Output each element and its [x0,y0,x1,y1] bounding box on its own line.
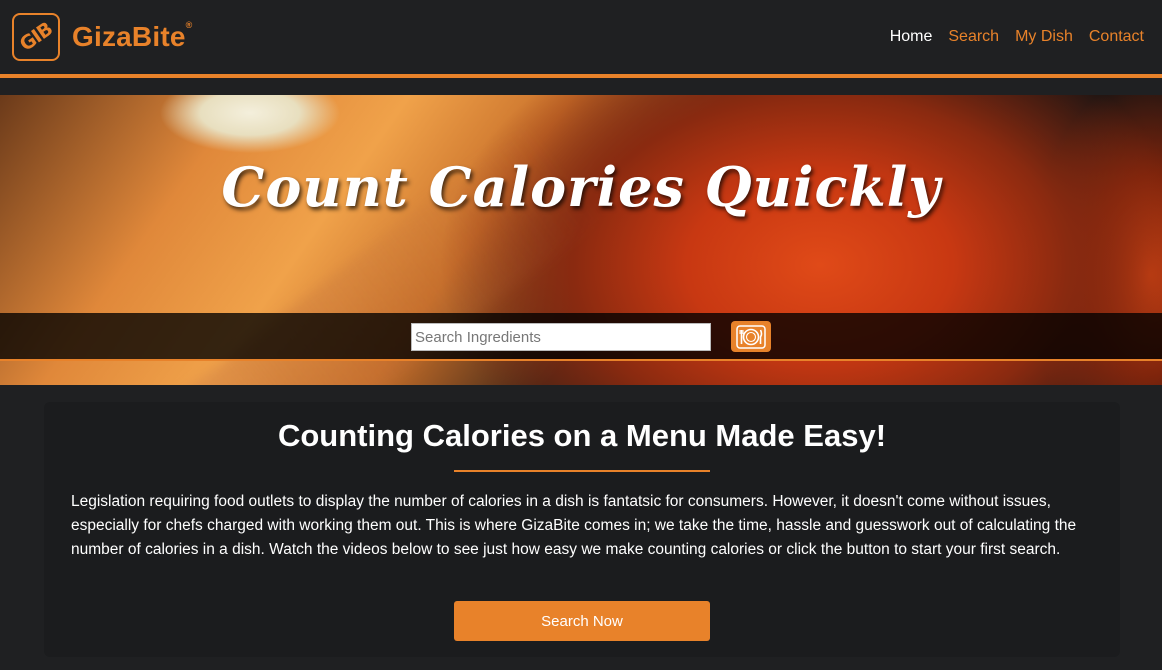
navbar: GIB GizaBite® Home Search My Dish Contac… [0,0,1162,74]
hero-title: Count Calories Quickly [221,155,941,219]
hero-banner: Count Calories Quickly [0,95,1162,385]
intro-card: Counting Calories on a Menu Made Easy! L… [44,402,1120,657]
nav-menu: Home Search My Dish Contact [890,28,1144,46]
brand-name[interactable]: GizaBite® [72,19,193,53]
ingredient-search-input[interactable] [411,323,711,351]
navbar-spacer [0,78,1162,95]
plate-fork-knife-icon [736,324,766,349]
brand-name-text: GizaBite [72,21,186,52]
intro-paragraph: Legislation requiring food outlets to di… [71,493,1077,558]
search-submit-button[interactable] [731,321,771,352]
nav-link-search[interactable]: Search [948,28,999,46]
nav-link-contact[interactable]: Contact [1089,28,1144,46]
nav-link-home[interactable]: Home [890,28,933,46]
search-bar-divider [0,359,1162,361]
logo-icon[interactable]: GIB [12,13,60,61]
registered-mark: ® [185,19,193,30]
logo-text: GIB [15,18,57,56]
heading-underline [454,470,710,472]
intro-heading: Counting Calories on a Menu Made Easy! [277,418,887,453]
nav-link-my-dish[interactable]: My Dish [1015,28,1073,46]
brand[interactable]: GIB GizaBite® [12,13,192,61]
search-now-button[interactable]: Search Now [454,601,710,641]
